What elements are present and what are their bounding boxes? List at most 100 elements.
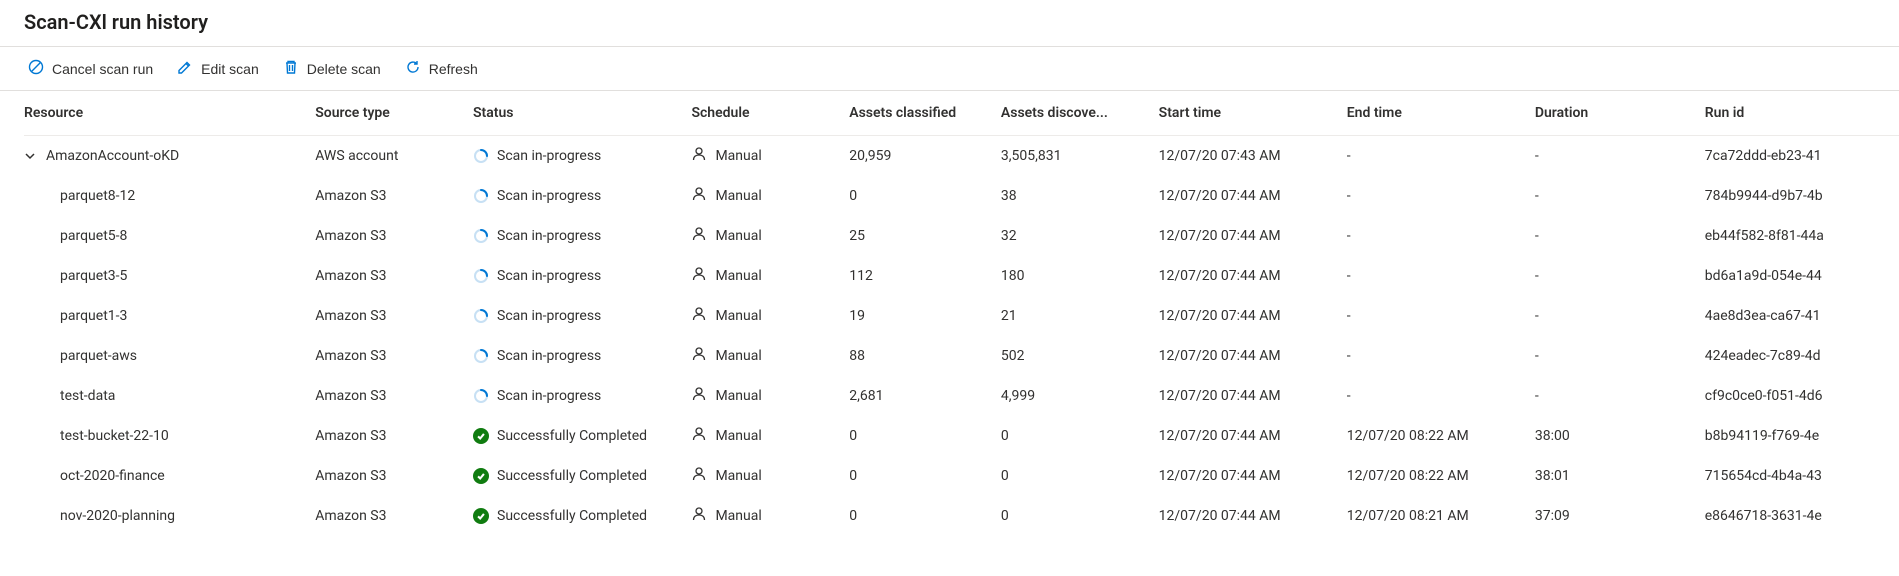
source-type-cell: Amazon S3 [315,496,473,536]
resource-name: test-data [60,388,115,404]
run-id-cell: eb44f582-8f81-44a [1705,216,1899,256]
edit-icon [177,59,193,78]
status-label: Scan in-progress [497,188,601,204]
end-time-cell: - [1347,216,1535,256]
schedule-label: Manual [715,308,761,324]
resource-name: parquet1-3 [60,308,127,324]
run-id-cell: 784b9944-d9b7-4b [1705,176,1899,216]
duration-cell: - [1535,216,1705,256]
spinner-icon [473,388,489,404]
table-row[interactable]: nov-2020-planningAmazon S3Successfully C… [24,496,1899,536]
resource-name: parquet5-8 [60,228,127,244]
person-icon [691,506,707,526]
cancel-scan-button[interactable]: Cancel scan run [24,57,157,80]
assets-classified-cell: 19 [849,296,1001,336]
start-time-cell: 12/07/20 07:43 AM [1159,136,1347,177]
schedule-label: Manual [715,148,761,164]
run-id-cell: 4ae8d3ea-ca67-41 [1705,296,1899,336]
person-icon [691,146,707,166]
start-time-cell: 12/07/20 07:44 AM [1159,376,1347,416]
duration-cell: 38:00 [1535,416,1705,456]
status-label: Successfully Completed [497,468,647,484]
table-row[interactable]: parquet8-12 Amazon S3 Scan in-progress Manu… [24,176,1899,216]
person-icon [691,186,707,206]
assets-discovered-cell: 4,999 [1001,376,1159,416]
end-time-cell: - [1347,136,1535,177]
person-icon [691,346,707,366]
check-icon [473,428,489,444]
table-row[interactable]: parquet-awsAmazon S3Scan in-progressManu… [24,336,1899,376]
table-row[interactable]: test-bucket-22-10Amazon S3Successfully C… [24,416,1899,456]
spinner-icon [473,228,489,244]
run-id-cell: 424eadec-7c89-4d [1705,336,1899,376]
chevron-down-icon[interactable] [24,150,40,162]
source-type-cell: Amazon S3 [315,376,473,416]
run-id-cell: cf9c0ce0-f051-4d6 [1705,376,1899,416]
table-row[interactable]: parquet1-3Amazon S3Scan in-progressManua… [24,296,1899,336]
refresh-label: Refresh [429,61,478,77]
col-header-start[interactable]: Start time [1159,91,1347,136]
col-header-resource[interactable]: Resource [24,91,315,136]
schedule-label: Manual [715,428,761,444]
run-id-cell: b8b94119-f769-4e [1705,416,1899,456]
cancel-scan-label: Cancel scan run [52,61,153,77]
source-type-cell: Amazon S3 [315,336,473,376]
start-time-cell: 12/07/20 07:44 AM [1159,496,1347,536]
col-header-duration[interactable]: Duration [1535,91,1705,136]
run-id-cell: 7ca72ddd-eb23-41 [1705,136,1899,177]
col-header-end[interactable]: End time [1347,91,1535,136]
end-time-cell: 12/07/20 08:22 AM [1347,456,1535,496]
resource-name: test-bucket-22-10 [60,428,169,444]
resource-name: nov-2020-planning [60,508,175,524]
run-id-cell: 715654cd-4b4a-43 [1705,456,1899,496]
schedule-label: Manual [715,188,761,204]
col-header-schedule[interactable]: Schedule [691,91,849,136]
resource-name: parquet8-12 [60,188,135,204]
start-time-cell: 12/07/20 07:44 AM [1159,256,1347,296]
delete-scan-label: Delete scan [307,61,381,77]
person-icon [691,426,707,446]
spinner-icon [473,308,489,324]
start-time-cell: 12/07/20 07:44 AM [1159,296,1347,336]
status-label: Scan in-progress [497,388,601,404]
col-header-classified[interactable]: Assets classified [849,91,1001,136]
assets-discovered-cell: 180 [1001,256,1159,296]
col-header-discovered[interactable]: Assets discove... [1001,91,1159,136]
schedule-label: Manual [715,348,761,364]
source-type-cell: Amazon S3 [315,216,473,256]
source-type-cell: Amazon S3 [315,256,473,296]
status-label: Scan in-progress [497,348,601,364]
col-header-status[interactable]: Status [473,91,691,136]
duration-cell: 38:01 [1535,456,1705,496]
duration-cell: - [1535,296,1705,336]
delete-scan-button[interactable]: Delete scan [279,57,385,80]
col-header-runid[interactable]: Run id [1705,91,1899,136]
assets-classified-cell: 2,681 [849,376,1001,416]
end-time-cell: 12/07/20 08:21 AM [1347,496,1535,536]
table-row[interactable]: test-dataAmazon S3Scan in-progressManual… [24,376,1899,416]
start-time-cell: 12/07/20 07:44 AM [1159,176,1347,216]
edit-scan-label: Edit scan [201,61,259,77]
duration-cell: 37:09 [1535,496,1705,536]
table-row[interactable]: AmazonAccount-oKDAWS accountScan in-prog… [24,136,1899,177]
person-icon [691,466,707,486]
table-row[interactable]: parquet5-8Amazon S3Scan in-progressManua… [24,216,1899,256]
schedule-label: Manual [715,268,761,284]
schedule-label: Manual [715,228,761,244]
table-row[interactable]: oct-2020-financeAmazon S3Successfully Co… [24,456,1899,496]
resource-name: AmazonAccount-oKD [46,148,179,164]
table-row[interactable]: parquet3-5Amazon S3Scan in-progressManua… [24,256,1899,296]
edit-scan-button[interactable]: Edit scan [173,57,263,80]
refresh-button[interactable]: Refresh [401,57,482,80]
source-type-cell: Amazon S3 [315,176,473,216]
person-icon [691,386,707,406]
duration-cell: - [1535,376,1705,416]
spinner-icon [473,148,489,164]
run-id-cell: bd6a1a9d-054e-44 [1705,256,1899,296]
person-icon [691,306,707,326]
col-header-source-type[interactable]: Source type [315,91,473,136]
run-id-cell: e8646718-3631-4e [1705,496,1899,536]
end-time-cell: - [1347,336,1535,376]
end-time-cell: - [1347,296,1535,336]
assets-classified-cell: 0 [849,416,1001,456]
